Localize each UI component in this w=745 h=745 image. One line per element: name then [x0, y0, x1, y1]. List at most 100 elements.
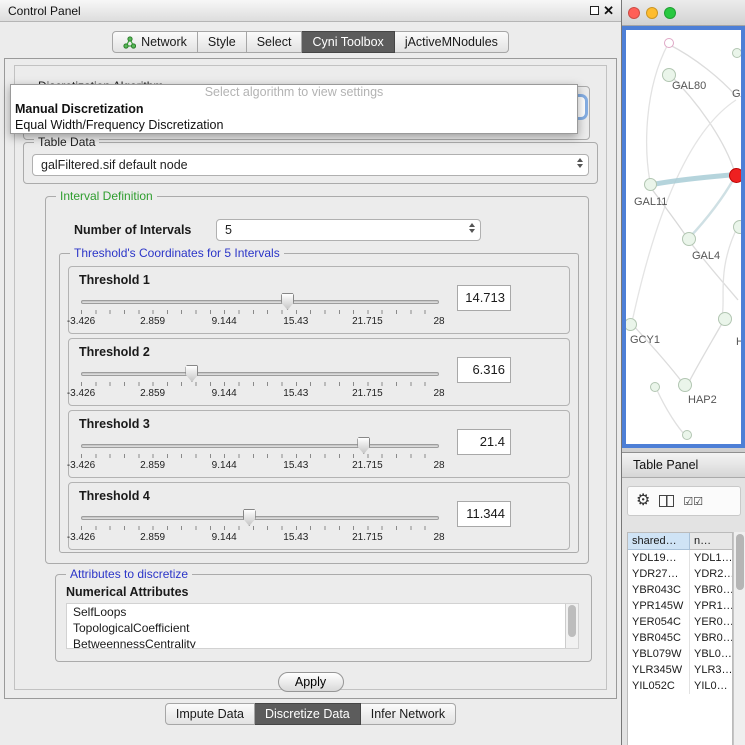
tab-label: Infer Network — [371, 707, 445, 721]
column-header-name[interactable]: n… — [690, 533, 732, 550]
network-node-gcy1[interactable] — [624, 318, 637, 331]
network-canvas[interactable]: GAL80 GA GAL11 GAL4 GCY1 H HAP2 — [622, 26, 745, 448]
table-data-combo[interactable]: galFiltered.sif default node — [32, 154, 589, 176]
network-node[interactable] — [682, 430, 692, 440]
float-window-icon[interactable] — [590, 6, 599, 15]
discretize-data-panel: Discretization Algorithm Table Data galF… — [14, 65, 607, 690]
network-node-red[interactable] — [729, 168, 744, 183]
node-label-gal4: GAL4 — [692, 250, 720, 262]
table-scrollbar[interactable] — [733, 532, 745, 745]
node-label-hap2: HAP2 — [688, 394, 717, 406]
table-row[interactable]: YDL19…YDL1… — [628, 550, 732, 566]
tab-cyni-toolbox[interactable]: Cyni Toolbox — [302, 31, 394, 53]
tab-select[interactable]: Select — [247, 31, 303, 53]
list-item[interactable]: SelfLoops — [67, 604, 578, 620]
dropdown-option-equal-width-frequency[interactable]: Equal Width/Frequency Discretization — [11, 117, 577, 133]
list-item[interactable]: TopologicalCoefficient — [67, 620, 578, 636]
tab-style[interactable]: Style — [198, 31, 247, 53]
table-row[interactable]: YLR345WYLR3… — [628, 662, 732, 678]
list-scrollbar[interactable] — [565, 604, 578, 648]
gear-icon[interactable]: ⚙ — [636, 493, 650, 509]
close-traffic-icon[interactable] — [628, 7, 640, 19]
slider-thumb[interactable] — [357, 437, 370, 454]
table-row[interactable]: YPR145WYPR1… — [628, 598, 732, 614]
cell[interactable]: YPR145W — [628, 598, 690, 614]
node-label-partial: GA — [732, 88, 745, 100]
network-node[interactable] — [718, 312, 732, 326]
slider-track[interactable] — [81, 372, 439, 376]
network-node[interactable] — [650, 382, 660, 392]
table-row[interactable]: YBR045CYBR0… — [628, 630, 732, 646]
cell[interactable]: YBR045C — [628, 630, 690, 646]
tab-network[interactable]: Network — [112, 31, 198, 53]
threshold-2-value[interactable]: 6.316 — [457, 357, 511, 383]
scale-label: -3.426 — [67, 532, 95, 543]
slider-track[interactable] — [81, 300, 439, 304]
scrollbar-thumb[interactable] — [736, 534, 744, 590]
network-node-gal11[interactable] — [644, 178, 657, 191]
threshold-4-value[interactable]: 11.344 — [457, 501, 511, 527]
cell[interactable]: YBL079W — [628, 646, 690, 662]
cell[interactable]: YDL1… — [690, 550, 732, 566]
column-header-shared-name[interactable]: shared… — [628, 533, 690, 550]
cell[interactable]: YLR345W — [628, 662, 690, 678]
slider-ticks — [81, 382, 439, 386]
table-row[interactable]: YER054CYER0… — [628, 614, 732, 630]
threshold-2-slider: -3.426 2.859 9.144 15.43 21.715 28 — [81, 363, 439, 405]
group-title: Attributes to discretize — [66, 567, 192, 581]
table-row[interactable]: YBL079WYBL0… — [628, 646, 732, 662]
network-node[interactable] — [733, 220, 745, 234]
scale-label: -3.426 — [67, 388, 95, 399]
cell[interactable]: YPR1… — [690, 598, 732, 614]
apply-button[interactable]: Apply — [278, 672, 344, 692]
cell[interactable]: YIL052C — [628, 678, 690, 694]
network-node[interactable] — [732, 48, 742, 58]
cell[interactable]: YBR043C — [628, 582, 690, 598]
scale-label: 2.859 — [140, 388, 165, 399]
slider-thumb[interactable] — [185, 365, 198, 382]
combo-arrows-icon — [469, 223, 475, 233]
cell[interactable]: YBR0… — [690, 582, 732, 598]
list-item[interactable]: BetweennessCentrality — [67, 636, 578, 649]
number-of-intervals-label: Number of Intervals — [74, 223, 191, 237]
table-row[interactable]: YIL052CYIL0… — [628, 678, 732, 694]
scrollbar-thumb[interactable] — [568, 605, 576, 637]
slider-thumb[interactable] — [243, 509, 256, 526]
cell[interactable]: YBR0… — [690, 630, 732, 646]
cell[interactable]: YDR2… — [690, 566, 732, 582]
table-row[interactable]: YDR27…YDR2… — [628, 566, 732, 582]
cell[interactable]: YIL0… — [690, 678, 732, 694]
cell[interactable]: YBL0… — [690, 646, 732, 662]
network-node-gal4[interactable] — [682, 232, 696, 246]
network-node-hap2[interactable] — [678, 378, 692, 392]
cell[interactable]: YDL19… — [628, 550, 690, 566]
tab-impute-data[interactable]: Impute Data — [165, 703, 255, 725]
slider-thumb[interactable] — [281, 293, 294, 310]
number-of-intervals-combo[interactable]: 5 — [216, 219, 481, 241]
cell[interactable]: YER0… — [690, 614, 732, 630]
algorithm-placeholder: Select algorithm to view settings — [11, 85, 577, 101]
zoom-traffic-icon[interactable] — [664, 7, 676, 19]
network-node[interactable] — [664, 38, 674, 48]
table-data-group: Table Data galFiltered.sif default node — [23, 142, 598, 184]
tab-discretize-data[interactable]: Discretize Data — [255, 703, 361, 725]
table-row[interactable]: YBR043CYBR0… — [628, 582, 732, 598]
column-selector-icon[interactable] — [659, 495, 674, 507]
scale-label: 2.859 — [140, 316, 165, 327]
tab-infer-network[interactable]: Infer Network — [361, 703, 456, 725]
tab-jactivemnodules[interactable]: jActiveMNodules — [395, 31, 509, 53]
cell[interactable]: YER054C — [628, 614, 690, 630]
close-icon[interactable]: ✕ — [603, 3, 614, 19]
checkbox-filter-icons[interactable]: ☑☑ — [683, 495, 703, 508]
slider-track[interactable] — [81, 444, 439, 448]
threshold-1-value[interactable]: 14.713 — [457, 285, 511, 311]
slider-track[interactable] — [81, 516, 439, 520]
cell[interactable]: YDR27… — [628, 566, 690, 582]
cell[interactable]: YLR3… — [690, 662, 732, 678]
threshold-3-value[interactable]: 21.4 — [457, 429, 511, 455]
tab-label: Impute Data — [176, 707, 244, 721]
bottom-tab-bar: Impute Data Discretize Data Infer Networ… — [0, 703, 621, 725]
minimize-traffic-icon[interactable] — [646, 7, 658, 19]
scale-label: 2.859 — [140, 460, 165, 471]
dropdown-option-manual-discretization[interactable]: Manual Discretization — [11, 101, 577, 117]
